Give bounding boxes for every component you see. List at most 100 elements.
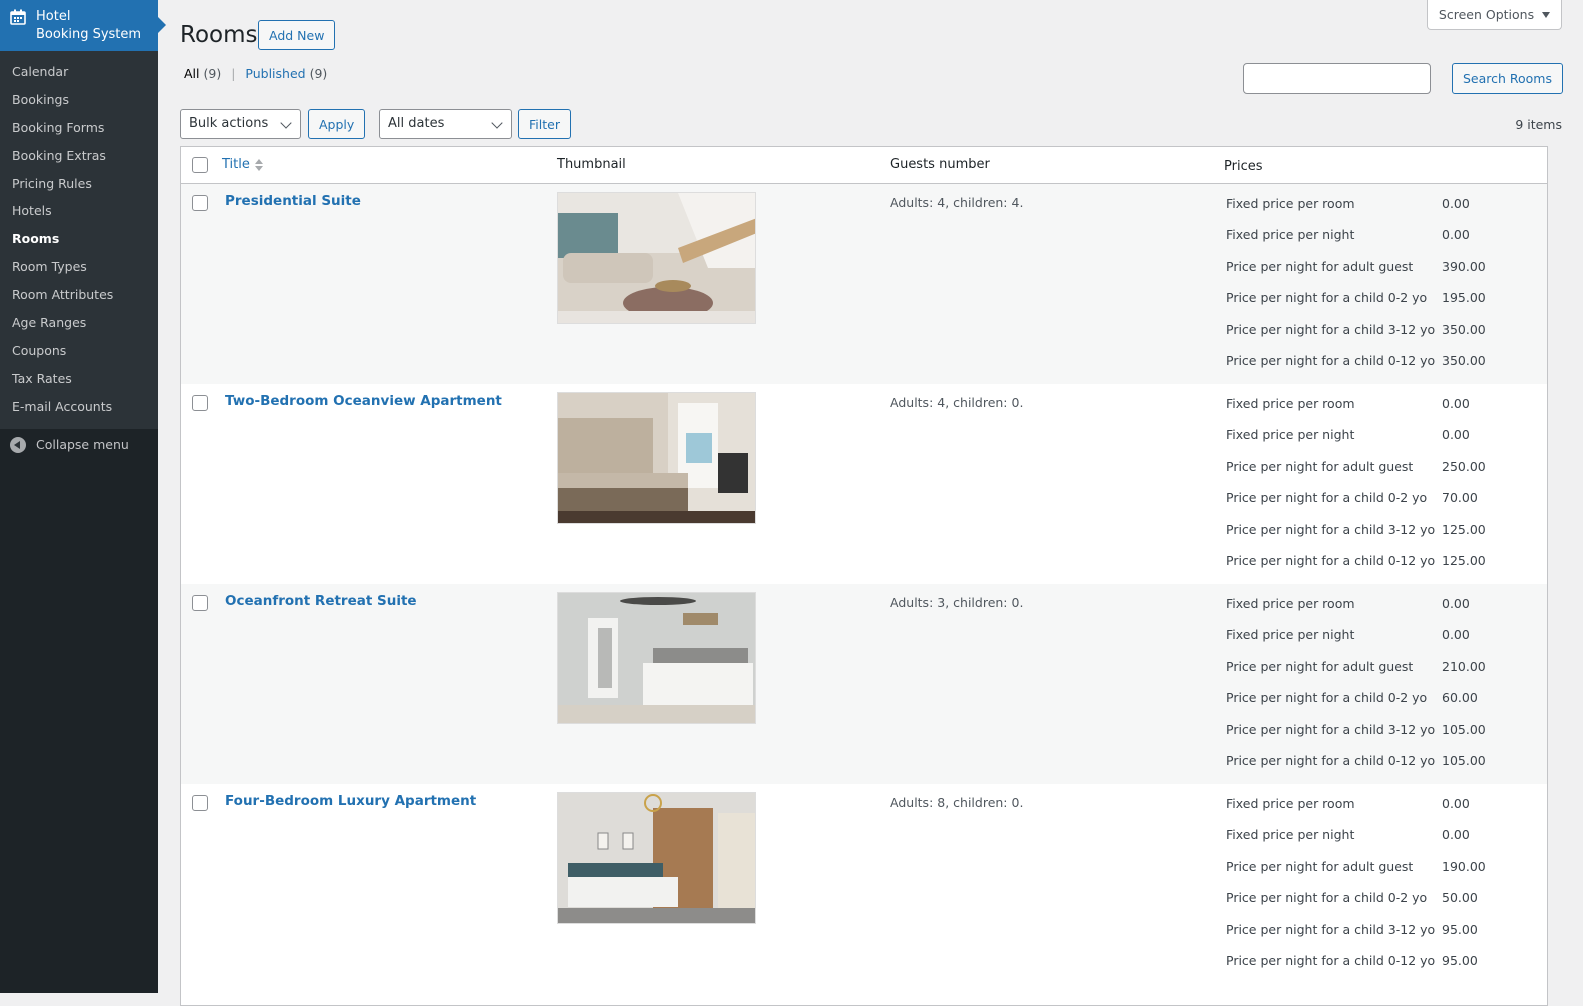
collapse-menu-label: Collapse menu [36, 437, 129, 453]
room-thumbnail[interactable] [557, 592, 756, 724]
price-label: Fixed price per room [1226, 196, 1355, 211]
price-value: 0.00 [1442, 796, 1470, 811]
table-header: Title Thumbnail Guests number Prices [181, 147, 1547, 184]
price-value: 95.00 [1442, 921, 1478, 937]
view-all-link[interactable]: All [184, 66, 200, 81]
room-thumbnail[interactable] [557, 392, 756, 524]
caret-down-icon [1542, 11, 1551, 18]
room-title-link[interactable]: Four-Bedroom Luxury Apartment [225, 793, 476, 809]
price-line: Price per night for adult guest 190.00 [1226, 859, 1502, 890]
price-label: Fixed price per night [1226, 427, 1355, 443]
price-label: Fixed price per night [1226, 627, 1355, 643]
price-line: Price per night for adult guest 250.00 [1226, 459, 1502, 490]
price-value: 0.00 [1442, 427, 1470, 443]
search-rooms-button[interactable]: Search Rooms [1451, 63, 1563, 94]
row-checkbox[interactable] [192, 395, 208, 411]
price-list: Fixed price per room 0.00 Fixed price per… [1226, 196, 1502, 384]
filter-button[interactable]: Filter [518, 109, 571, 139]
sidebar-item-calendar[interactable]: Calendar [0, 58, 158, 86]
room-title-link[interactable]: Two-Bedroom Oceanview Apartment [225, 393, 502, 409]
price-line: Price per night for adult guest 390.00 [1226, 259, 1502, 290]
view-all-count: (9) [203, 66, 222, 81]
sidebar-item-age-ranges[interactable]: Age Ranges [0, 309, 158, 337]
sidebar-item-tax-rates[interactable]: Tax Rates [0, 365, 158, 393]
dates-select[interactable]: All dates [379, 109, 512, 139]
price-value: 190.00 [1442, 858, 1486, 874]
sidebar-item-hotels[interactable]: Hotels [0, 197, 158, 225]
price-label: Price per night for a child 0-12 yo [1226, 552, 1436, 568]
sort-icon [254, 158, 263, 171]
chevron-down-icon [491, 117, 503, 129]
price-line: Fixed price per room 0.00 [1226, 396, 1502, 427]
price-value: 125.00 [1442, 552, 1486, 568]
price-line: Price per night for a child 0-12 yo 105.0… [1226, 753, 1502, 784]
row-checkbox[interactable] [192, 195, 208, 211]
price-line: Fixed price per night 0.00 [1226, 427, 1502, 458]
sidebar-item-room-attributes[interactable]: Room Attributes [0, 281, 158, 309]
rooms-table: Title Thumbnail Guests number Prices Pre… [180, 146, 1548, 1006]
price-value: 105.00 [1442, 721, 1486, 737]
row-checkbox[interactable] [192, 795, 208, 811]
price-value: 210.00 [1442, 658, 1486, 674]
view-published-link[interactable]: Published [245, 66, 305, 81]
sidebar-item-booking-forms[interactable]: Booking Forms [0, 114, 158, 142]
price-label: Price per night for a child 3-12 yo [1226, 521, 1436, 537]
screen-options-button[interactable]: Screen Options [1427, 0, 1562, 30]
apply-button[interactable]: Apply [308, 109, 366, 139]
price-value: 0.00 [1442, 196, 1470, 211]
price-label: Price per night for a child 0-2 yo [1226, 890, 1428, 906]
price-line: Price per night for a child 3-12 yo 350.0… [1226, 322, 1502, 353]
calendar-icon [10, 9, 26, 31]
price-line: Price per night for a child 0-12 yo 350.0… [1226, 353, 1502, 384]
price-list: Fixed price per room 0.00 Fixed price per… [1226, 396, 1502, 584]
price-label: Price per night for a child 0-2 yo [1226, 490, 1428, 506]
price-line: Fixed price per room 0.00 [1226, 796, 1502, 827]
search-input[interactable] [1243, 63, 1431, 94]
price-label: Price per night for a child 0-12 yo [1226, 952, 1436, 968]
select-all-checkbox[interactable] [192, 157, 208, 173]
price-value: 350.00 [1442, 352, 1486, 368]
sidebar-item-pricing-rules[interactable]: Pricing Rules [0, 170, 158, 198]
price-label: Price per night for a child 3-12 yo [1226, 721, 1436, 737]
sidebar-submenu: Calendar Bookings Booking Forms Booking … [0, 51, 158, 429]
price-line: Fixed price per night 0.00 [1226, 227, 1502, 258]
bulk-actions-select[interactable]: Bulk actions [180, 109, 301, 139]
price-label: Price per night for a child 3-12 yo [1226, 321, 1436, 337]
price-line: Price per night for a child 0-2 yo 50.00 [1226, 890, 1502, 921]
room-title-link[interactable]: Presidential Suite [225, 193, 361, 209]
living-room-photo [558, 193, 755, 323]
view-separator: | [231, 66, 236, 81]
sidebar-item-bookings[interactable]: Bookings [0, 86, 158, 114]
price-line: Price per night for a child 3-12 yo 125.0… [1226, 522, 1502, 553]
price-label: Fixed price per night [1226, 227, 1355, 243]
price-value: 195.00 [1442, 290, 1486, 306]
column-title[interactable]: Title [222, 157, 263, 172]
price-value: 0.00 [1442, 627, 1470, 643]
sidebar-item-coupons[interactable]: Coupons [0, 337, 158, 365]
sidebar-item-email-accounts[interactable]: E-mail Accounts [0, 393, 158, 421]
sidebar-item-booking-extras[interactable]: Booking Extras [0, 142, 158, 170]
price-value: 0.00 [1442, 227, 1470, 243]
add-new-button[interactable]: Add New [258, 20, 336, 50]
price-line: Fixed price per room 0.00 [1226, 196, 1502, 227]
room-title-link[interactable]: Oceanfront Retreat Suite [225, 593, 417, 609]
row-checkbox[interactable] [192, 595, 208, 611]
price-line: Price per night for a child 0-2 yo 195.00 [1226, 290, 1502, 321]
price-label: Price per night for a child 0-2 yo [1226, 690, 1428, 706]
collapse-menu-button[interactable]: Collapse menu [0, 429, 158, 461]
price-value: 105.00 [1442, 752, 1486, 768]
sidebar-brand[interactable]: Hotel Booking System [0, 0, 166, 51]
room-thumbnail[interactable] [557, 192, 756, 324]
price-line: Fixed price per night 0.00 [1226, 627, 1502, 658]
price-list: Fixed price per room 0.00 Fixed price per… [1226, 596, 1502, 784]
price-value: 250.00 [1442, 458, 1486, 474]
price-value: 0.00 [1442, 827, 1470, 843]
column-thumbnail: Thumbnail [557, 157, 626, 172]
sidebar-item-rooms[interactable]: Rooms [0, 225, 158, 253]
main-content: Screen Options Rooms Add New All (9) | P… [158, 0, 1583, 1006]
table-row: Oceanfront Retreat Suite Adults: 3, chil… [181, 584, 1547, 784]
room-thumbnail[interactable] [557, 792, 756, 924]
sidebar-item-room-types[interactable]: Room Types [0, 253, 158, 281]
price-label: Price per night for adult guest [1226, 658, 1414, 674]
guests-number: Adults: 3, children: 0. [890, 595, 1024, 610]
